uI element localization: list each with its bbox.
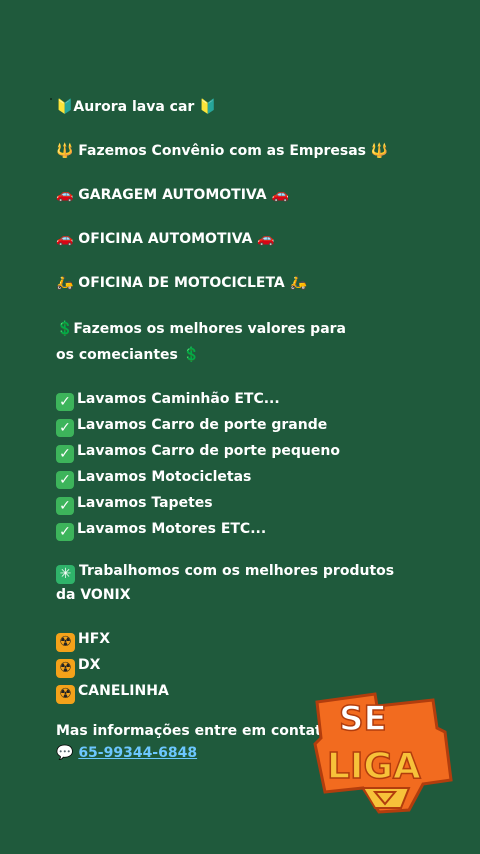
check-icon: ✓ (56, 523, 74, 541)
list-item: ☢ HFX (56, 626, 416, 652)
sticker-text-bottom: LIGA (327, 746, 421, 787)
check-icon: ✓ (56, 471, 74, 489)
radioactive-icon: ☢ (56, 659, 75, 678)
list-item: ✓ Lavamos Caminhão ETC... (56, 386, 416, 412)
speck (50, 98, 52, 100)
sparkle-icon: ✳ (56, 565, 75, 584)
check-icon: ✓ (56, 445, 74, 463)
sticker-text-top: SE (339, 699, 387, 739)
radioactive-icon: ☢ (56, 633, 75, 652)
oficina-moto-line: 🛵 OFICINA DE MOTOCICLETA 🛵 (56, 275, 308, 291)
check-icon: ✓ (56, 497, 74, 515)
list-item: ✓ Lavamos Carro de porte pequeno (56, 438, 416, 464)
oficina-auto-line: 🚗 OFICINA AUTOMOTIVA 🚗 (56, 231, 275, 247)
valores-line: 💲Fazemos os melhores valores para os com… (56, 321, 346, 363)
services-list: ✓ Lavamos Caminhão ETC... ✓ Lavamos Carro … (56, 386, 416, 542)
post-text: 🔰Aurora lava car 🔰 🔱 Fazemos Convênio co… (56, 96, 416, 764)
produtos-line: ✳ Trabalhomos com os melhores produtos da… (56, 563, 395, 603)
post-header: 🔰Aurora lava car 🔰 (56, 99, 217, 115)
list-item: ✓ Lavamos Motores ETC... (56, 516, 416, 542)
convenio-line: 🔱 Fazemos Convênio com as Empresas 🔱 (56, 143, 389, 159)
list-item: ✓ Lavamos Carro de porte grande (56, 412, 416, 438)
list-item: ✓ Lavamos Tapetes (56, 490, 416, 516)
garagem-line: 🚗 GARAGEM AUTOMOTIVA 🚗 (56, 187, 289, 203)
phone-link[interactable]: 65-99344-6848 (78, 745, 197, 761)
list-item: ☢ DX (56, 652, 416, 678)
check-icon: ✓ (56, 419, 74, 437)
se-liga-sticker: SE LIGA (313, 692, 453, 814)
radioactive-icon: ☢ (56, 685, 75, 704)
list-item: ✓ Lavamos Motocicletas (56, 464, 416, 490)
speech-bubble-icon: 💬 (56, 745, 74, 761)
check-icon: ✓ (56, 393, 74, 411)
